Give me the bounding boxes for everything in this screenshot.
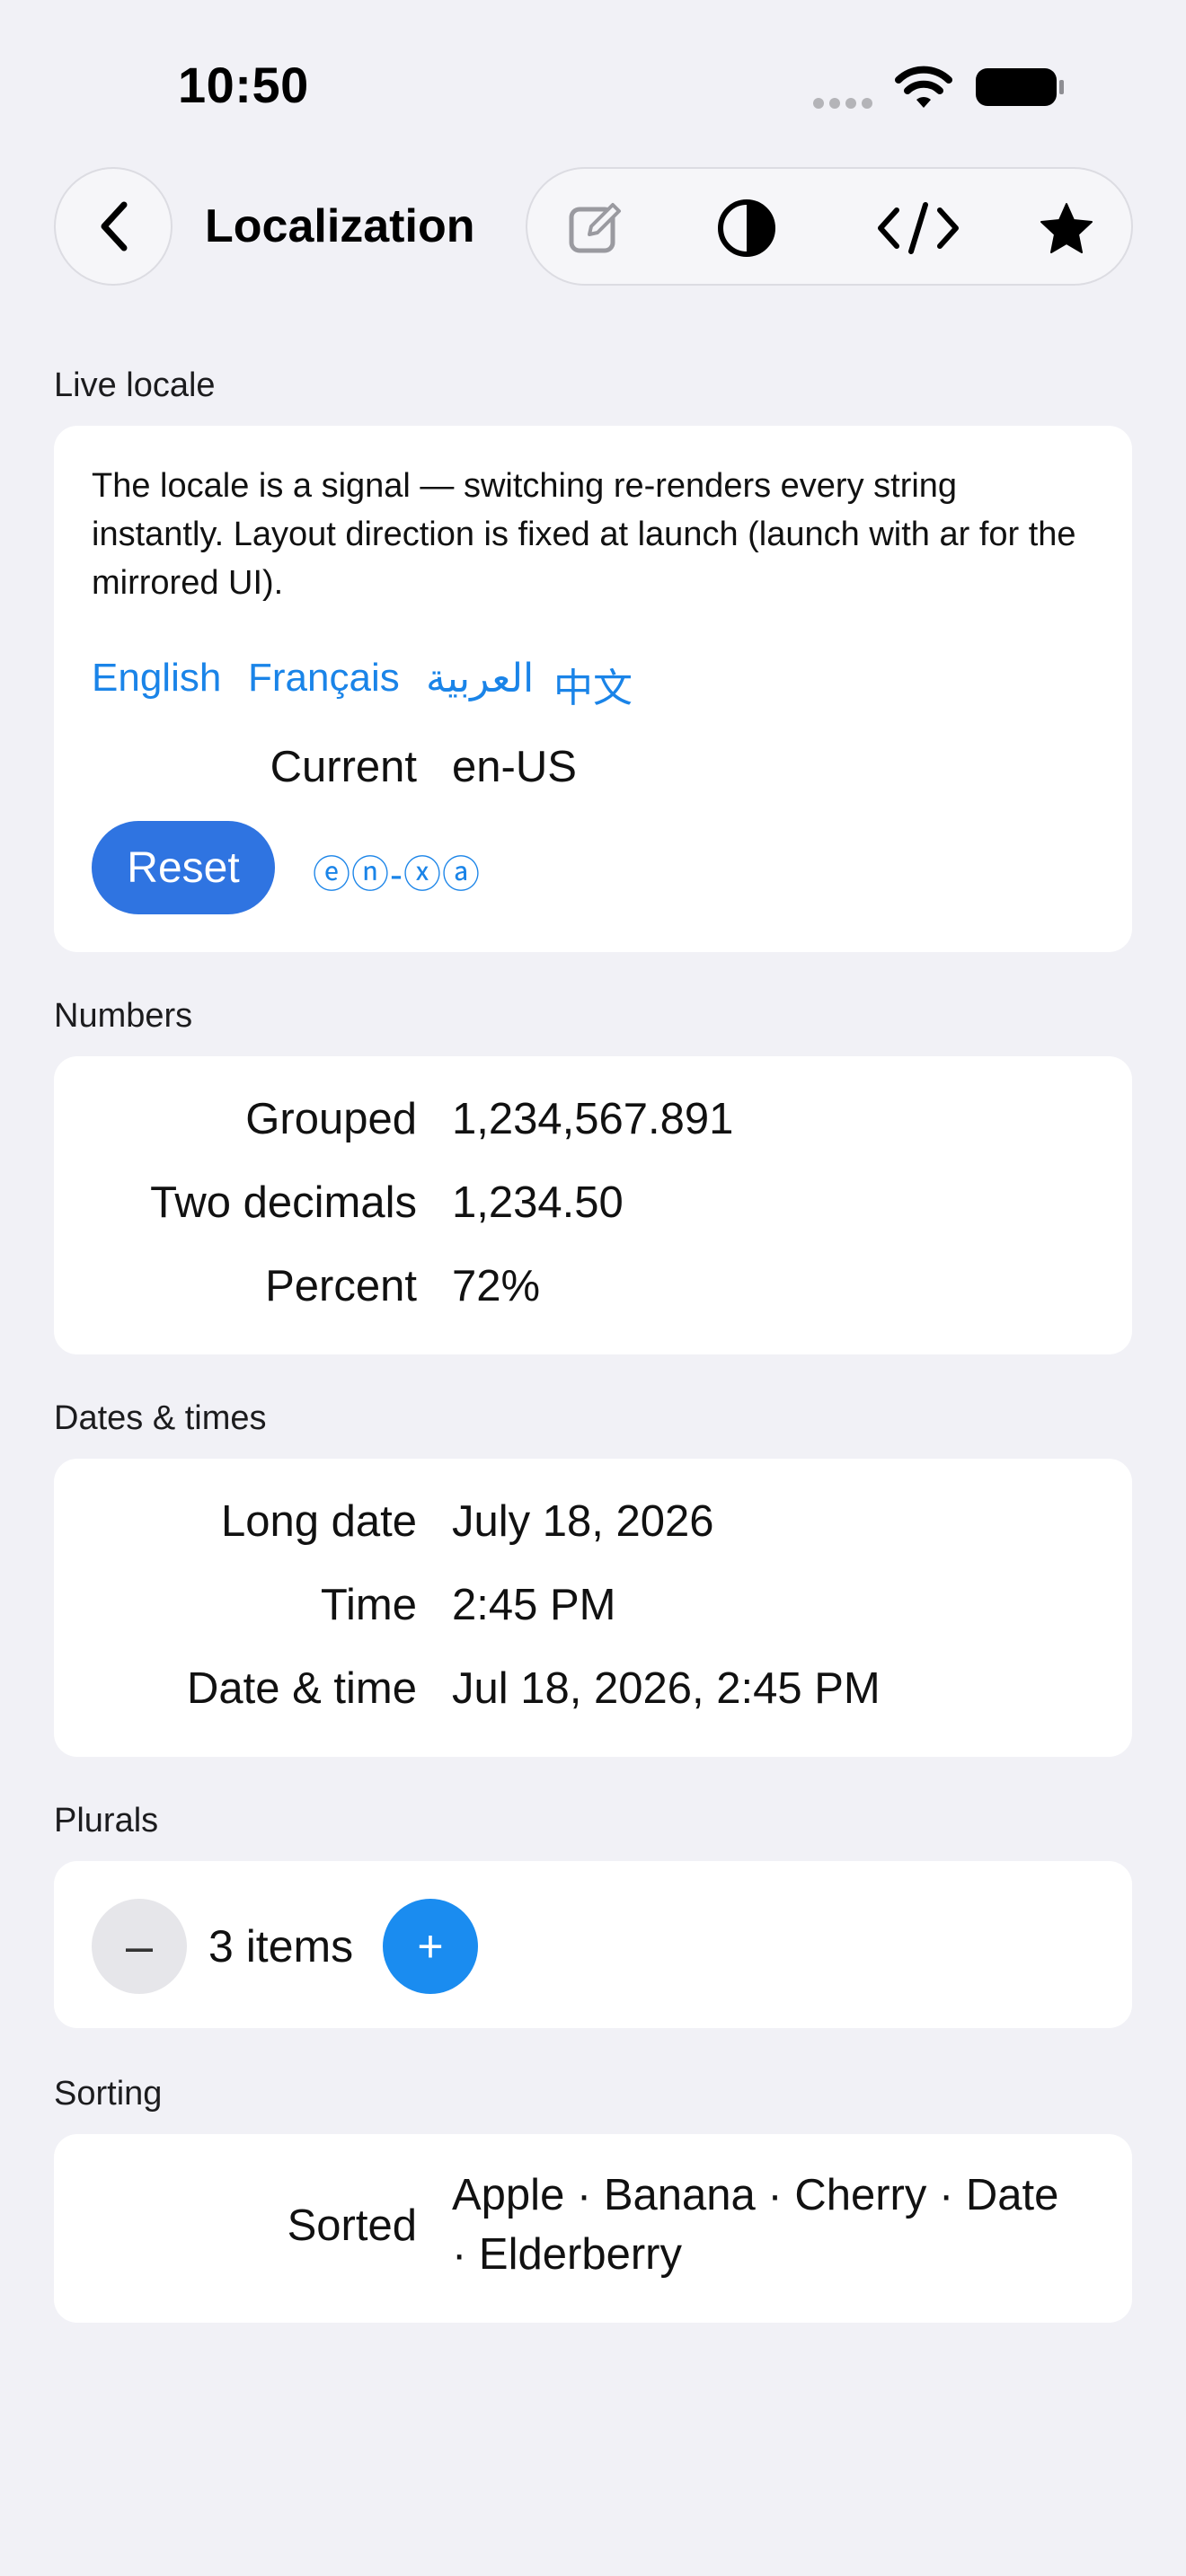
current-locale-value: en-US (452, 743, 577, 791)
percent-value: 72% (452, 1262, 541, 1310)
star-icon (1040, 203, 1093, 253)
status-bar: 10:50 (0, 0, 1186, 162)
long-date-value: July 18, 2026 (452, 1497, 714, 1546)
pseudo-locale-link[interactable]: ⓔⓝ-ⓧⓐ (313, 844, 481, 899)
language-link-arabic[interactable]: العربية (426, 656, 534, 701)
long-date-label: Long date (221, 1497, 417, 1546)
grouped-value: 1,234,567.891 (452, 1095, 734, 1143)
time-label: Time (320, 1581, 417, 1629)
time-value: 2:45 PM (452, 1581, 616, 1629)
section-label-sorting: Sorting (54, 2075, 163, 2113)
back-button[interactable] (54, 167, 173, 286)
date-time-label: Date & time (187, 1664, 417, 1713)
current-locale-label: Current (270, 743, 417, 791)
page-title: Localization (205, 200, 475, 252)
section-label-dates: Dates & times (54, 1399, 267, 1437)
section-label-live-locale: Live locale (54, 366, 216, 404)
decrement-button[interactable]: – (92, 1899, 187, 1994)
status-time: 10:50 (178, 57, 309, 113)
contrast-icon (718, 199, 775, 257)
sorted-value-line-2: · Elderberry (452, 2230, 682, 2279)
theme-toggle-button[interactable] (714, 196, 779, 260)
language-link-chinese[interactable]: 中文 (553, 656, 633, 713)
item-count: 3 items (208, 1921, 354, 1972)
numbers-card: Grouped 1,234,567.891 Two decimals 1,234… (54, 1056, 1132, 1354)
reset-button[interactable]: Reset (92, 821, 275, 914)
sorting-card: Sorted Apple · Banana · Cherry · Date · … (54, 2134, 1132, 2323)
date-time-value: Jul 18, 2026, 2:45 PM (452, 1664, 881, 1713)
language-link-english[interactable]: English (92, 656, 221, 701)
battery-icon (976, 68, 1064, 106)
percent-label: Percent (265, 1262, 417, 1310)
two-decimals-label: Two decimals (150, 1178, 417, 1227)
edit-button[interactable] (563, 196, 628, 260)
toolbar (526, 167, 1133, 286)
dates-card: Long date July 18, 2026 Time 2:45 PM Dat… (54, 1459, 1132, 1757)
sorted-value-line-1: Apple · Banana · Cherry · Date (452, 2171, 1059, 2219)
cellular-signal-icon (813, 98, 872, 109)
increment-button[interactable]: + (383, 1899, 478, 1994)
wifi-icon (895, 66, 952, 108)
code-icon (878, 202, 959, 254)
live-locale-card: The locale is a signal — switching re-re… (54, 426, 1132, 952)
chevron-left-icon (101, 201, 128, 251)
edit-icon (569, 203, 621, 253)
source-code-button[interactable] (869, 196, 968, 260)
grouped-label: Grouped (245, 1095, 417, 1143)
language-link-french[interactable]: Français (248, 656, 400, 701)
section-label-plurals: Plurals (54, 1802, 159, 1839)
sorted-label: Sorted (287, 2201, 417, 2250)
locale-description: The locale is a signal — switching re-re… (92, 467, 1076, 602)
section-label-numbers: Numbers (54, 997, 193, 1035)
plurals-card: – 3 items + (54, 1861, 1132, 2028)
two-decimals-value: 1,234.50 (452, 1178, 624, 1227)
favorite-button[interactable] (1034, 196, 1099, 260)
